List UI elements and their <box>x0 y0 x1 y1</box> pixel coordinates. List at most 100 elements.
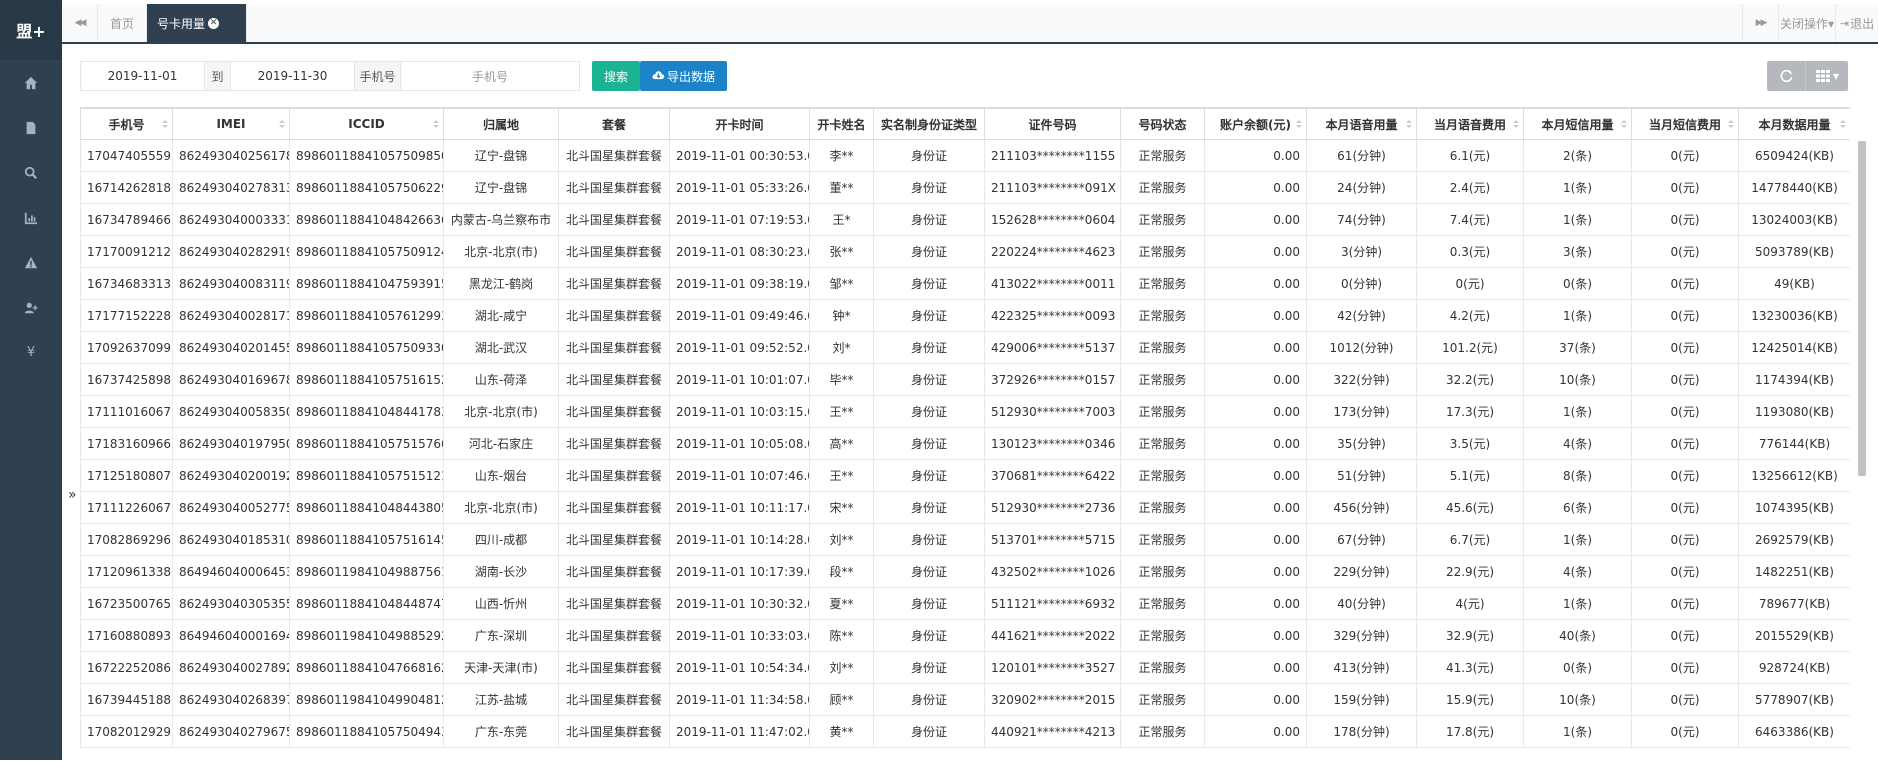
file-icon[interactable] <box>0 105 62 150</box>
search-icon[interactable] <box>0 150 62 195</box>
sort-icon[interactable] <box>1840 120 1846 129</box>
table-cell: 身份证 <box>873 555 985 588</box>
close-tab-icon[interactable]: ✕ <box>208 17 220 29</box>
tabs-scroll-left-button[interactable]: ◀◀ <box>62 4 98 42</box>
column-header[interactable]: 开卡姓名 <box>809 108 874 140</box>
sort-icon[interactable] <box>1513 120 1519 129</box>
column-header[interactable]: 当月短信费用 <box>1631 108 1739 140</box>
phone-input[interactable]: 手机号 <box>400 61 580 91</box>
table-cell: 0.00 <box>1204 139 1307 172</box>
table-cell: 正常服务 <box>1120 427 1205 460</box>
table-cell: 2(条) <box>1523 139 1632 172</box>
table-cell: 513701********5715 <box>984 523 1121 556</box>
sort-icon[interactable] <box>162 120 168 129</box>
table-cell: 862493040201455 <box>172 331 290 364</box>
column-header[interactable]: 本月数据用量 <box>1738 108 1850 140</box>
home-icon[interactable] <box>0 60 62 105</box>
table-cell: 17183160966 <box>80 427 173 460</box>
sort-icon[interactable] <box>1296 120 1302 129</box>
table-cell: 776144(KB) <box>1738 427 1850 460</box>
table-cell: 17111226067 <box>80 491 173 524</box>
table-row[interactable]: 17082869296 862493040185310 89860118841057… <box>80 523 1850 556</box>
column-header[interactable]: 账户余额(元) <box>1204 108 1307 140</box>
table-row[interactable]: 17092637099 862493040201455 89860118841057… <box>80 331 1850 364</box>
table-cell: 322(分钟) <box>1306 363 1417 396</box>
tab-home[interactable]: 首页 <box>98 4 147 42</box>
table-cell: 1482251(KB) <box>1738 555 1850 588</box>
table-cell: 0(条) <box>1523 651 1632 684</box>
table-row[interactable]: 16739445188 862493040268397 89860119841049… <box>80 683 1850 716</box>
table-row[interactable]: 16714262818 862493040278313 89860118841057… <box>80 171 1850 204</box>
column-header[interactable]: 本月语音用量 <box>1306 108 1417 140</box>
table-row[interactable]: 17183160966 862493040197950 89860118841057… <box>80 427 1850 460</box>
column-header[interactable]: 手机号 <box>80 108 173 140</box>
table-cell: 0.00 <box>1204 395 1307 428</box>
table-cell: 3(分钟) <box>1306 235 1417 268</box>
table-cell: 湖北-咸宁 <box>443 299 559 332</box>
table-cell: 17092637099 <box>80 331 173 364</box>
table-row[interactable]: 17177152228 862493040028171 89860118841057… <box>80 299 1850 332</box>
table-cell: 刘** <box>809 523 874 556</box>
yen-icon[interactable]: ¥ <box>0 330 62 375</box>
column-header[interactable]: 实名制身份证类型 <box>873 108 985 140</box>
table-cell: 1(条) <box>1523 715 1632 748</box>
search-button[interactable]: 搜索 <box>592 61 640 91</box>
table-cell: 0(元) <box>1631 555 1739 588</box>
table-cell: 正常服务 <box>1120 459 1205 492</box>
table-cell: 0(元) <box>1631 171 1739 204</box>
sort-icon[interactable] <box>279 120 285 129</box>
table-cell: 0(元) <box>1631 395 1739 428</box>
sort-icon[interactable] <box>1728 120 1734 129</box>
warning-icon[interactable] <box>0 240 62 285</box>
column-header[interactable]: 开卡时间 <box>669 108 810 140</box>
column-header[interactable]: 号码状态 <box>1120 108 1205 140</box>
table-row[interactable]: 17111226067 862493040052775 89860118841048… <box>80 491 1850 524</box>
table-row[interactable]: 16723500765 862493040305355 89860118841048… <box>80 587 1850 620</box>
table-cell: 0.3(元) <box>1416 235 1524 268</box>
sort-icon[interactable] <box>1406 120 1412 129</box>
table-row[interactable]: 17125180807 862493040200192 89860118841057… <box>80 459 1850 492</box>
tabs-scroll-right-button[interactable]: ▶▶ <box>1742 4 1778 42</box>
sort-icon[interactable] <box>1621 120 1627 129</box>
column-header[interactable]: 本月短信用量 <box>1523 108 1632 140</box>
table-row[interactable]: 17047405559 862493040256178 89860118841057… <box>80 139 1850 172</box>
close-operations-dropdown[interactable]: 关闭操作▾ <box>1778 4 1835 42</box>
table-cell: 17.8(元) <box>1416 715 1524 748</box>
table-cell: 10(条) <box>1523 683 1632 716</box>
column-header[interactable]: ICCID <box>289 108 444 140</box>
column-header[interactable]: 当月语音费用 <box>1416 108 1524 140</box>
table-cell: 0.00 <box>1204 587 1307 620</box>
table-row[interactable]: 17170091212 862493040282919 89860118841057… <box>80 235 1850 268</box>
columns-toggle-button[interactable]: ▼ <box>1805 61 1849 91</box>
logout-button[interactable]: ⇥ 退出 <box>1835 4 1878 42</box>
table-row[interactable]: 17120961338 864946040006453 89860119841049… <box>80 555 1850 588</box>
table-cell: 441621********2022 <box>984 619 1121 652</box>
column-header[interactable]: 套餐 <box>558 108 670 140</box>
sidebar-expand-icon[interactable]: » <box>68 487 77 503</box>
table-row[interactable]: 16734789466 862493040003331 89860118841048… <box>80 203 1850 236</box>
table-row[interactable]: 17111016067 862493040058350 89860118841048… <box>80 395 1850 428</box>
end-date-input[interactable]: 2019-11-30 <box>230 61 355 91</box>
table-cell: 2019-11-01 10:11:17.0 <box>669 491 810 524</box>
column-header[interactable]: 归属地 <box>443 108 559 140</box>
add-user-icon[interactable] <box>0 285 62 330</box>
export-data-button[interactable]: 导出数据 <box>640 61 727 91</box>
table-cell: 0.00 <box>1204 715 1307 748</box>
start-date-input[interactable]: 2019-11-01 <box>80 61 205 91</box>
table-scrollbar[interactable] <box>1858 141 1866 476</box>
table-row[interactable]: 17082012929 862493040279675 89860118841057… <box>80 715 1850 748</box>
table-cell: 6(条) <box>1523 491 1632 524</box>
column-header[interactable]: 证件号码 <box>984 108 1121 140</box>
table-row[interactable]: 16734683313 862493040083119 89860118841047… <box>80 267 1850 300</box>
app-logo[interactable]: 盟+ <box>0 0 62 60</box>
sort-icon[interactable] <box>433 120 439 129</box>
table-cell: 89860118841047668162 <box>289 651 444 684</box>
table-cell: 顾** <box>809 683 874 716</box>
tab-card-usage[interactable]: 号卡用量 ✕ <box>147 4 247 42</box>
refresh-button[interactable] <box>1767 61 1805 91</box>
column-header[interactable]: IMEI <box>172 108 290 140</box>
bar-chart-icon[interactable] <box>0 195 62 240</box>
table-row[interactable]: 16737425898 862493040169678 89860118841057… <box>80 363 1850 396</box>
table-row[interactable]: 16722252086 862493040027892 89860118841047… <box>80 651 1850 684</box>
table-row[interactable]: 17160880893 864946040001694 89860119841049… <box>80 619 1850 652</box>
